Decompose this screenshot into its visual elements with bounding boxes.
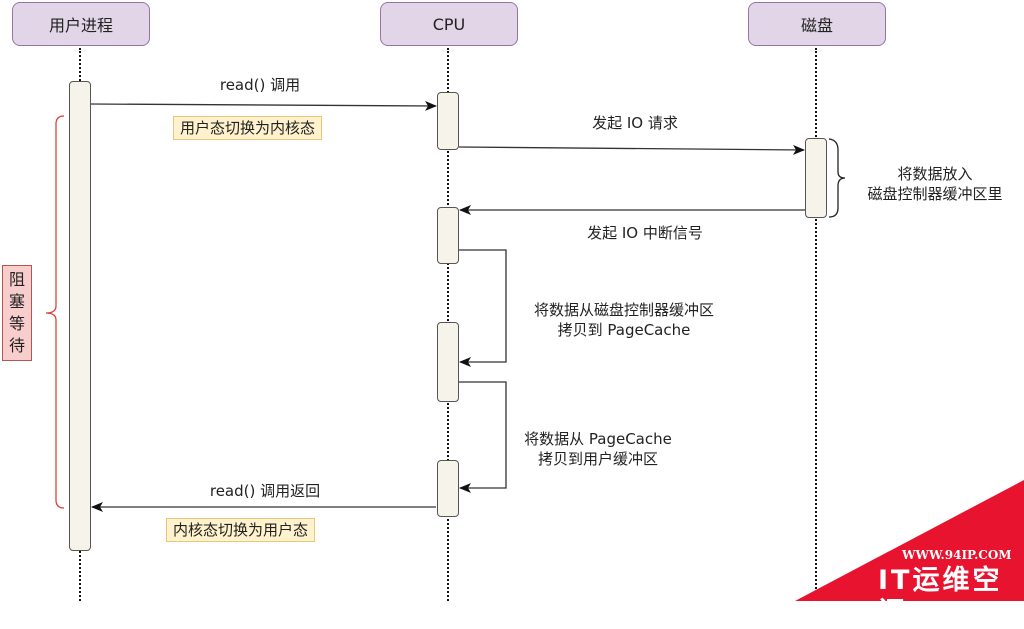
arrow-io-request xyxy=(458,144,805,155)
blocking-wait-char: 阻 xyxy=(8,270,25,289)
label-copy-to-pagecache-line2: 拷贝到 PageCache xyxy=(557,321,691,339)
label-copy-to-user: 将数据从 PageCache 拷贝到用户缓冲区 xyxy=(508,429,688,469)
label-disk-buffer-line1: 将数据放入 xyxy=(897,165,973,183)
label-disk-buffer: 将数据放入 磁盘控制器缓冲区里 xyxy=(846,164,1024,204)
label-io-request: 发起 IO 请求 xyxy=(592,114,678,132)
note-user-to-kernel: 用户态切换为内核态 xyxy=(173,116,323,140)
blocking-brace xyxy=(45,115,65,509)
label-copy-to-pagecache: 将数据从磁盘控制器缓冲区 拷贝到 PageCache xyxy=(512,300,736,340)
disk-brace xyxy=(828,138,846,218)
label-copy-to-pagecache-line1: 将数据从磁盘控制器缓冲区 xyxy=(533,301,714,319)
label-disk-buffer-line2: 磁盘控制器缓冲区里 xyxy=(867,185,1003,203)
blocking-wait-char: 等 xyxy=(8,314,25,333)
blocking-wait-char: 待 xyxy=(8,336,25,355)
label-io-interrupt: 发起 IO 中断信号 xyxy=(587,224,703,242)
note-kernel-to-user: 内核态切换为用户态 xyxy=(166,518,316,542)
label-copy-to-user-line2: 拷贝到用户缓冲区 xyxy=(537,450,658,468)
watermark-name: IT运维空间 xyxy=(878,565,1003,628)
arrow-copy-to-pagecache xyxy=(459,249,507,367)
watermark-url: WWW.94IP.COM xyxy=(902,548,1012,562)
blocking-wait-char: 塞 xyxy=(8,292,25,311)
label-read-return: read() 调用返回 xyxy=(209,482,321,500)
arrow-read-call xyxy=(90,100,437,111)
arrow-copy-to-user xyxy=(459,381,507,493)
label-copy-to-user-line1: 将数据从 PageCache xyxy=(524,430,672,448)
label-read-call: read() 调用 xyxy=(219,76,301,94)
blocking-wait-note: 阻 塞 等 待 xyxy=(2,265,32,361)
